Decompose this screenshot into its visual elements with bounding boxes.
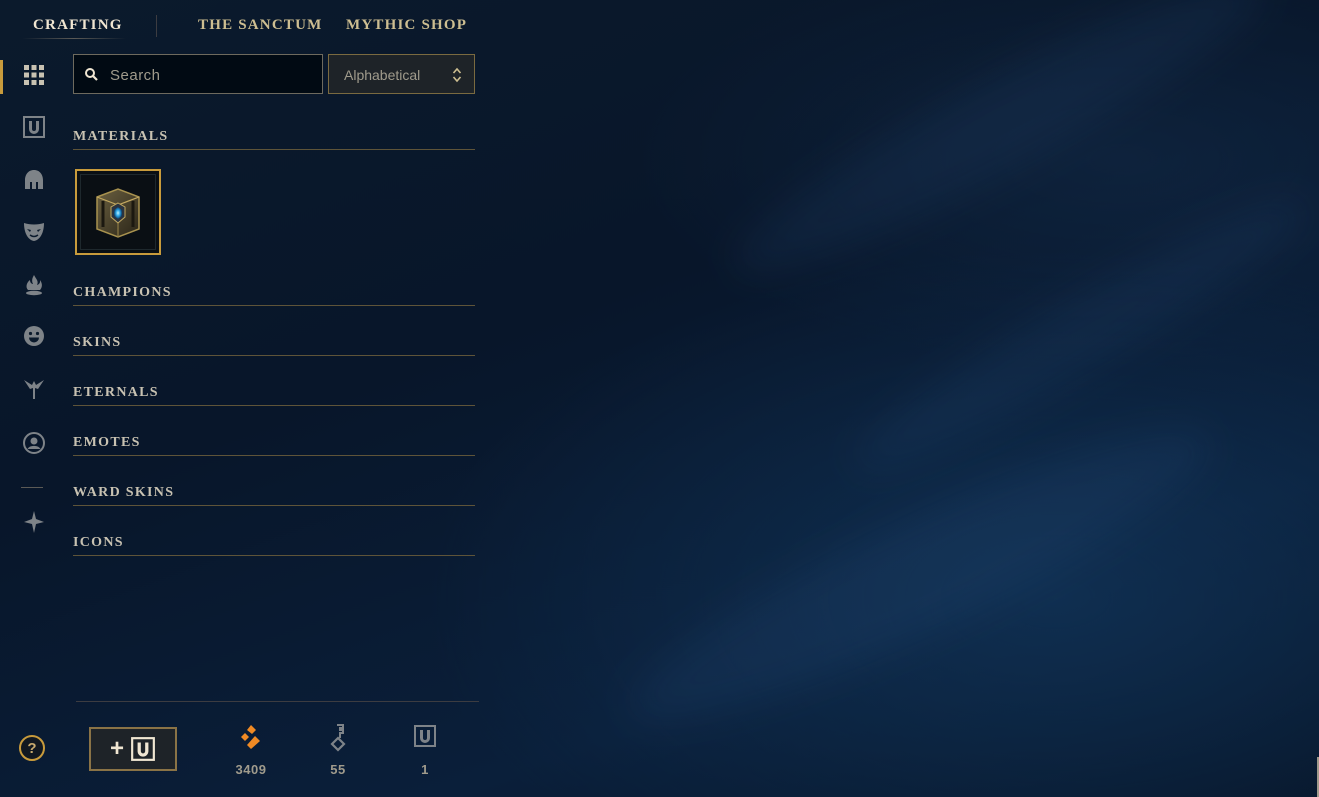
category-champions[interactable]: CHAMPIONS <box>73 285 475 306</box>
category-icons[interactable]: ICONS <box>73 535 475 556</box>
category-materials[interactable]: MATERIALS <box>73 129 475 150</box>
sort-selected-value: Alphabetical <box>344 67 421 83</box>
category-skins[interactable]: SKINS <box>73 335 475 356</box>
active-filter-indicator <box>0 60 3 94</box>
footer-divider <box>76 701 479 702</box>
nav-divider <box>156 15 157 37</box>
category-emotes[interactable]: EMOTES <box>73 435 475 456</box>
search-icon <box>85 68 98 81</box>
sort-arrows-icon <box>452 67 462 83</box>
category-ward-skins[interactable]: WARD SKINS <box>73 485 475 506</box>
plus-label: + <box>109 735 124 762</box>
category-label: EMOTES <box>73 435 141 450</box>
category-label: MATERIALS <box>73 129 169 144</box>
help-button[interactable]: ? <box>19 735 45 761</box>
loot-item-hextech-chest[interactable] <box>75 169 161 255</box>
sidebar-item-icons[interactable] <box>20 429 47 456</box>
profile-icon <box>22 431 45 454</box>
top-navigation: CRAFTING THE SANCTUM MYTHIC SHOP <box>0 0 1319 48</box>
sidebar-item-emotes[interactable] <box>20 322 47 349</box>
category-label: ICONS <box>73 535 124 550</box>
sidebar-divider <box>21 487 43 488</box>
sidebar-item-ward-skins[interactable] <box>20 271 47 298</box>
currency-orange-essence: 3409 <box>221 722 281 782</box>
currency-key-fragments: 55 <box>308 722 368 782</box>
chest-amount: 1 <box>421 762 429 777</box>
eternals-icon <box>23 379 44 399</box>
chest-icon <box>131 737 155 761</box>
background-streak <box>837 174 1319 496</box>
key-fragment-amount: 55 <box>330 762 346 777</box>
search-input[interactable] <box>108 55 317 95</box>
key-fragment-icon <box>330 724 346 752</box>
orange-essence-amount: 3409 <box>235 762 267 777</box>
hextech-chest-icon <box>96 188 140 238</box>
sidebar-item-eternals[interactable] <box>20 375 47 402</box>
tab-mythic-shop[interactable]: MYTHIC SHOP <box>346 17 467 34</box>
sidebar-item-skins[interactable] <box>20 217 47 244</box>
emote-face-icon <box>23 325 44 346</box>
filter-sidebar <box>0 52 66 797</box>
sidebar-item-all[interactable] <box>20 61 47 88</box>
champion-helmet-icon <box>24 169 43 189</box>
category-label: ETERNALS <box>73 385 159 400</box>
grid-icon <box>23 64 44 85</box>
active-tab-underline <box>22 38 126 39</box>
purchase-chest-button[interactable]: + <box>89 727 177 771</box>
ward-flame-icon <box>25 274 42 295</box>
search-box[interactable] <box>73 54 323 95</box>
sidebar-item-tft[interactable] <box>20 508 47 535</box>
tab-the-sanctum[interactable]: THE SANCTUM <box>198 17 322 34</box>
category-label: WARD SKINS <box>73 485 175 500</box>
currency-chests: 1 <box>395 722 455 782</box>
category-label: SKINS <box>73 335 122 350</box>
category-label: CHAMPIONS <box>73 285 172 300</box>
chest-icon <box>22 115 45 138</box>
category-eternals[interactable]: ETERNALS <box>73 385 475 406</box>
sidebar-item-materials[interactable] <box>20 113 47 140</box>
orange-essence-icon <box>241 725 260 749</box>
tft-icon <box>23 510 44 533</box>
skin-mask-icon <box>23 222 44 241</box>
tab-crafting[interactable]: CRAFTING <box>33 17 123 34</box>
sort-dropdown[interactable]: Alphabetical <box>328 54 475 94</box>
sidebar-item-champions[interactable] <box>20 166 47 193</box>
chest-icon <box>414 725 436 747</box>
